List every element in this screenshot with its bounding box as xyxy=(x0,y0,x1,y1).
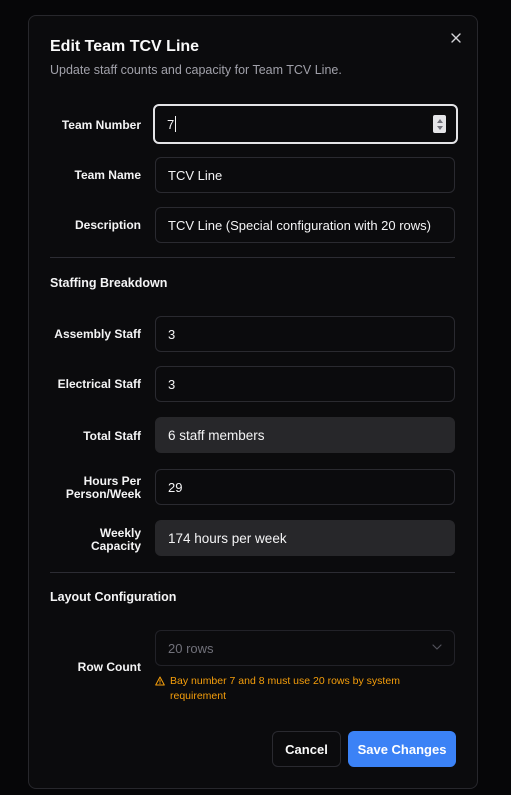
close-icon xyxy=(451,33,461,43)
row-count-warning: Bay number 7 and 8 must use 20 rows by s… xyxy=(155,674,455,704)
description-label: Description xyxy=(74,218,141,232)
save-changes-button[interactable]: Save Changes xyxy=(348,731,456,767)
edit-team-dialog: Edit Team TCV Line Update staff counts a… xyxy=(28,15,478,789)
electrical-staff-input[interactable]: 3 xyxy=(155,366,455,402)
total-staff-value: 6 staff members xyxy=(168,427,265,443)
team-number-input[interactable]: 7 xyxy=(153,104,458,144)
dialog-title: Edit Team TCV Line xyxy=(50,38,200,55)
weekly-capacity-display: 174 hours per week xyxy=(155,520,455,556)
close-button[interactable] xyxy=(446,28,466,48)
spinner-up-icon[interactable] xyxy=(436,118,443,123)
assembly-staff-value: 3 xyxy=(168,326,176,342)
row-count-select[interactable]: 20 rows xyxy=(155,630,455,666)
team-number-value: 7 xyxy=(167,116,175,132)
spinner-down-icon[interactable] xyxy=(436,125,443,130)
team-number-label: Team Number xyxy=(61,118,141,132)
description-value: TCV Line (Special configuration with 20 … xyxy=(168,217,432,233)
hours-per-person-value: 29 xyxy=(168,479,183,495)
section-divider xyxy=(50,257,455,258)
cancel-button[interactable]: Cancel xyxy=(272,731,341,767)
team-name-label: Team Name xyxy=(74,168,141,182)
electrical-staff-label: Electrical Staff xyxy=(57,377,141,391)
dialog-subtitle: Update staff counts and capacity for Tea… xyxy=(50,63,342,77)
row-count-value: 20 rows xyxy=(168,640,214,656)
warning-icon xyxy=(155,676,165,686)
layout-heading: Layout Configuration xyxy=(50,590,177,604)
capacity-label-line2: Capacity xyxy=(90,539,141,553)
electrical-staff-value: 3 xyxy=(168,376,176,392)
total-staff-display: 6 staff members xyxy=(155,417,455,453)
team-name-value: TCV Line xyxy=(168,167,223,183)
text-caret xyxy=(175,116,177,132)
assembly-staff-input[interactable]: 3 xyxy=(155,316,455,352)
assembly-staff-label: Assembly Staff xyxy=(54,327,141,341)
weekly-capacity-label: Weekly Capacity xyxy=(29,527,141,553)
hours-per-person-label: Hours Per Person/Week xyxy=(29,475,141,501)
description-input[interactable]: TCV Line (Special configuration with 20 … xyxy=(155,207,455,243)
section-divider xyxy=(50,572,455,573)
row-count-label: Row Count xyxy=(77,660,141,674)
staffing-heading: Staffing Breakdown xyxy=(50,276,168,290)
total-staff-label: Total Staff xyxy=(83,429,141,443)
team-name-input[interactable]: TCV Line xyxy=(155,157,455,193)
warning-text: Bay number 7 and 8 must use 20 rows by s… xyxy=(170,675,400,702)
number-spinner[interactable] xyxy=(433,115,446,133)
weekly-capacity-value: 174 hours per week xyxy=(168,530,287,546)
hours-per-person-input[interactable]: 29 xyxy=(155,469,455,505)
hours-label-line2: Person/Week xyxy=(65,487,141,501)
chevron-down-icon xyxy=(432,644,442,650)
